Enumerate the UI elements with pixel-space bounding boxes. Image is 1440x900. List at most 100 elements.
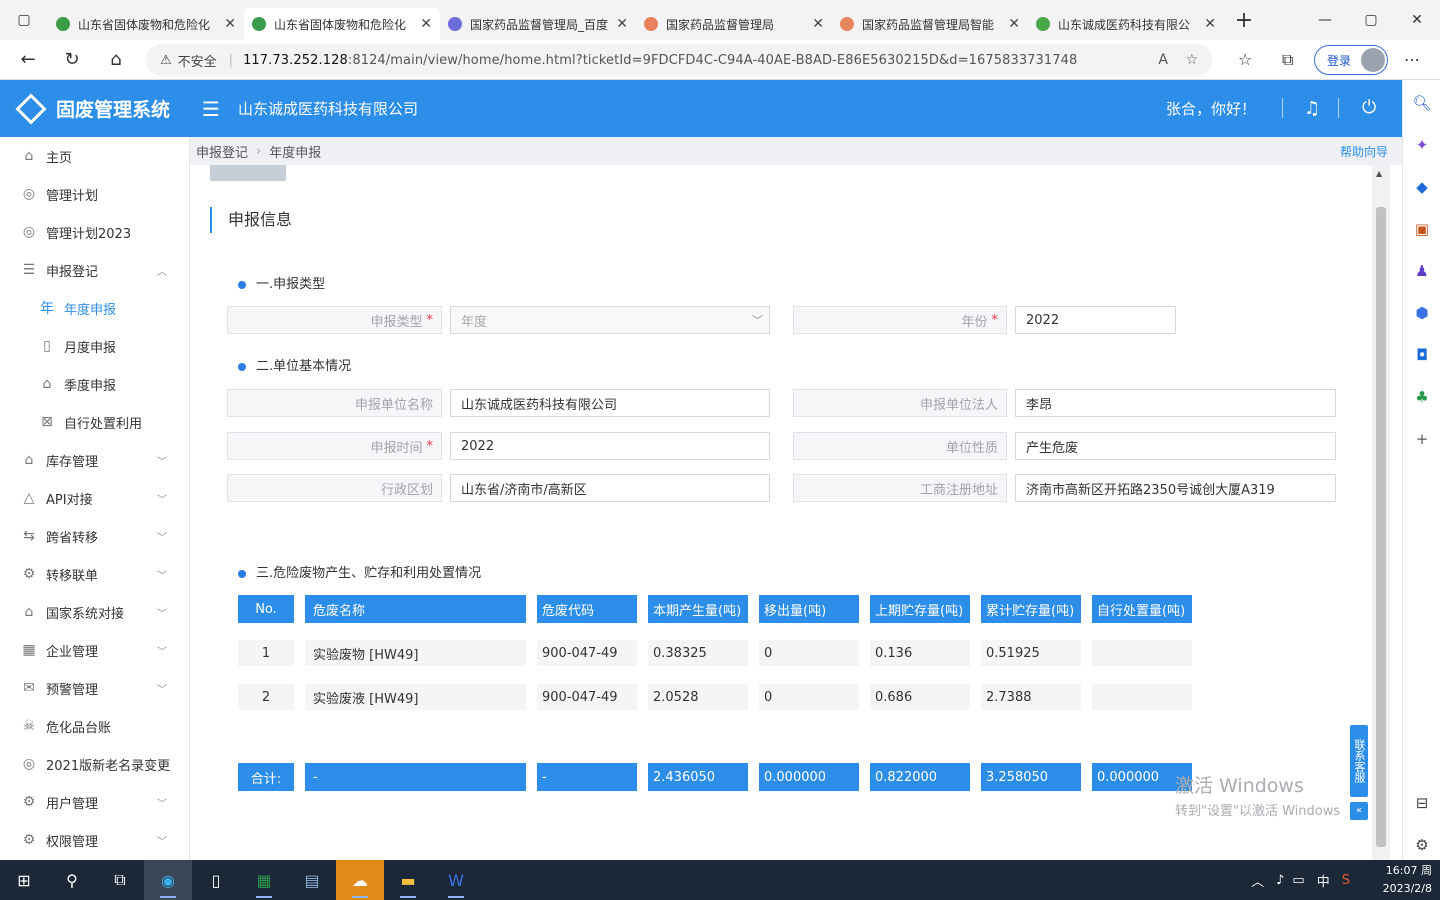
tray-chevron-icon[interactable]: ︿	[1251, 871, 1264, 890]
more-icon[interactable]: ⋯	[1404, 50, 1420, 69]
collapse-icon[interactable]: «	[1350, 802, 1368, 820]
task-view-icon[interactable]: ⧉	[96, 860, 144, 900]
year-input[interactable]: 2022	[1015, 306, 1176, 334]
breadcrumb-separator: ›	[256, 143, 262, 159]
reg-address-input[interactable]: 济南市高新区开拓路2350号诚创大厦A319	[1015, 474, 1336, 502]
collections-icon[interactable]: ⧉	[1282, 50, 1293, 70]
region-input[interactable]: 山东省/济南市/高新区	[450, 474, 770, 502]
permission-icon: ⚙	[22, 832, 36, 848]
back-icon[interactable]: ←	[6, 49, 50, 70]
calculator-taskbar-icon[interactable]: ▤	[288, 860, 336, 900]
new-tab-button[interactable]: +	[1224, 8, 1264, 33]
sidebar-item[interactable]: ⇆ 跨省转移 ﹀	[0, 517, 189, 555]
sidebar-item[interactable]: ◎ 管理计划2023	[0, 213, 189, 251]
sidebar-item[interactable]: ⌂ 季度申报	[0, 365, 189, 403]
office-icon[interactable]: ⬢	[1403, 304, 1440, 322]
sidebar-item[interactable]: ⌂ 国家系统对接 ﹀	[0, 593, 189, 631]
add-icon[interactable]: +	[1403, 430, 1440, 448]
sidebar-item[interactable]: △ API对接 ﹀	[0, 479, 189, 517]
read-aloud-icon[interactable]: A	[1158, 52, 1168, 68]
sidebar-item[interactable]: ◎ 管理计划	[0, 175, 189, 213]
close-tab-icon[interactable]: ✕	[812, 16, 824, 32]
menu-toggle-icon[interactable]: ☰	[202, 97, 220, 121]
sidebar-item[interactable]: ⌂ 库存管理 ﹀	[0, 441, 189, 479]
favorites-icon[interactable]: ☆	[1238, 50, 1252, 69]
sidebar-item[interactable]: ☠ 危化品台账	[0, 707, 189, 745]
browser-tab[interactable]: 国家药品监督管理局智能 ✕	[832, 8, 1028, 40]
settings-icon[interactable]: ⚙	[1403, 836, 1440, 854]
sidebar-item[interactable]: ⌂ 主页	[0, 137, 189, 175]
sidebar-item[interactable]: ⚙ 用户管理 ﹀	[0, 783, 189, 821]
table-cell: 2.0528	[648, 684, 748, 710]
bell-icon[interactable]: ♫	[1304, 98, 1320, 119]
sidebar-item[interactable]: ⚙ 转移联单 ﹀	[0, 555, 189, 593]
table-cell: 0.136	[870, 640, 970, 666]
volume-icon[interactable]: ♪	[1276, 873, 1284, 888]
report-time-input[interactable]: 2022	[450, 432, 770, 460]
browser-tab[interactable]: 国家药品监督管理局_百度 ✕	[440, 8, 636, 40]
sidebar-item[interactable]: ⚙ 权限管理 ﹀	[0, 821, 189, 859]
close-tab-icon[interactable]: ✕	[224, 16, 236, 32]
sidebar-item[interactable]: 年年度申报	[0, 289, 189, 327]
sidebar-item-label: 月度申报	[64, 340, 117, 356]
minimize-icon[interactable]: —	[1302, 0, 1348, 40]
back-button[interactable]	[210, 165, 286, 181]
tab-actions-icon[interactable]: ▢	[0, 0, 48, 40]
table-header-cell: 本期产生量(吨)	[648, 595, 748, 623]
explorer-taskbar-icon[interactable]: ▬	[384, 860, 432, 900]
search-icon[interactable]: 🔍︎	[1403, 94, 1440, 112]
network-icon[interactable]: ▭	[1292, 873, 1304, 888]
copilot-icon[interactable]: ✦	[1403, 136, 1440, 154]
sidebar-item[interactable]: ▦ 企业管理 ﹀	[0, 631, 189, 669]
maximize-icon[interactable]: ▢	[1348, 0, 1394, 40]
power-icon[interactable]: ⏻	[1362, 97, 1376, 118]
excel-taskbar-icon[interactable]: ▦	[240, 860, 288, 900]
close-tab-icon[interactable]: ✕	[1008, 16, 1020, 32]
home-icon[interactable]: ⌂	[94, 49, 138, 70]
browser-tab[interactable]: 山东省固体废物和危险化 ✕	[244, 8, 440, 40]
content-scrollbar[interactable]: ▲	[1372, 165, 1390, 860]
sidebar-item[interactable]: ⊠ 自行处置利用	[0, 403, 189, 441]
edge-taskbar-icon[interactable]: ◉	[144, 860, 192, 900]
sidebar-item-label: 危化品台账	[46, 720, 112, 736]
close-tab-icon[interactable]: ✕	[1204, 16, 1216, 32]
refresh-icon[interactable]: ↻	[50, 49, 94, 70]
favorite-add-icon[interactable]: ☆	[1185, 52, 1198, 68]
close-tab-icon[interactable]: ✕	[420, 16, 432, 32]
close-tab-icon[interactable]: ✕	[616, 16, 628, 32]
tree-icon[interactable]: ♣	[1403, 388, 1440, 406]
scroll-up-icon[interactable]: ▲	[1376, 169, 1382, 178]
search-icon[interactable]: ⚲	[48, 860, 96, 900]
unit-nature-input[interactable]: 产生危废	[1015, 432, 1336, 460]
scrollbar-thumb[interactable]	[1376, 207, 1386, 847]
browser-tab[interactable]: 山东诚成医药科技有限公 ✕	[1028, 8, 1224, 40]
wechat-taskbar-icon[interactable]: ☁	[336, 860, 384, 900]
browser-tab[interactable]: 国家药品监督管理局 ✕	[636, 8, 832, 40]
sidebar-toggle-icon[interactable]: ⊟	[1403, 794, 1440, 812]
legal-person-input[interactable]: 李昂	[1015, 389, 1336, 417]
login-button[interactable]: 登录	[1314, 45, 1388, 75]
contact-service-button[interactable]: 联系客服	[1350, 725, 1368, 797]
report-type-select[interactable]: 年度 ﹀	[450, 306, 770, 334]
sidebar-item[interactable]: ▯ 月度申报	[0, 327, 189, 365]
sidebar-item[interactable]: ☰ 申报登记 ︿	[0, 251, 189, 289]
sogou-icon[interactable]: S	[1342, 873, 1350, 888]
breadcrumb-item[interactable]: 申报登记	[196, 142, 248, 161]
games-icon[interactable]: ♟	[1403, 262, 1440, 280]
ime-indicator[interactable]: 中	[1317, 871, 1330, 890]
help-guide-link[interactable]: 帮助向导	[1340, 143, 1388, 160]
start-icon[interactable]: ⊞	[0, 860, 48, 900]
unit-name-input[interactable]: 山东诚成医药科技有限公司	[450, 389, 770, 417]
sidebar-item-label: 用户管理	[46, 796, 99, 812]
sidebar-item[interactable]: ◎ 2021版新老名录变更	[0, 745, 189, 783]
browser-tab[interactable]: 山东省固体废物和危险化 ✕	[48, 8, 244, 40]
outlook-icon[interactable]: ◘	[1403, 346, 1440, 364]
url-field[interactable]: ⚠ 不安全 | 117.73.252.128:8124/main/view/ho…	[146, 44, 1212, 76]
sidebar-item[interactable]: ✉ 预警管理 ﹀	[0, 669, 189, 707]
close-window-icon[interactable]: ✕	[1394, 0, 1440, 40]
shopping-icon[interactable]: ◆	[1403, 178, 1440, 196]
word-taskbar-icon[interactable]: W	[432, 860, 480, 900]
notepad-taskbar-icon[interactable]: ▯	[192, 860, 240, 900]
clock[interactable]: 16:07 周 2023/2/8	[1383, 862, 1432, 898]
tools-icon[interactable]: ▣	[1403, 220, 1440, 238]
